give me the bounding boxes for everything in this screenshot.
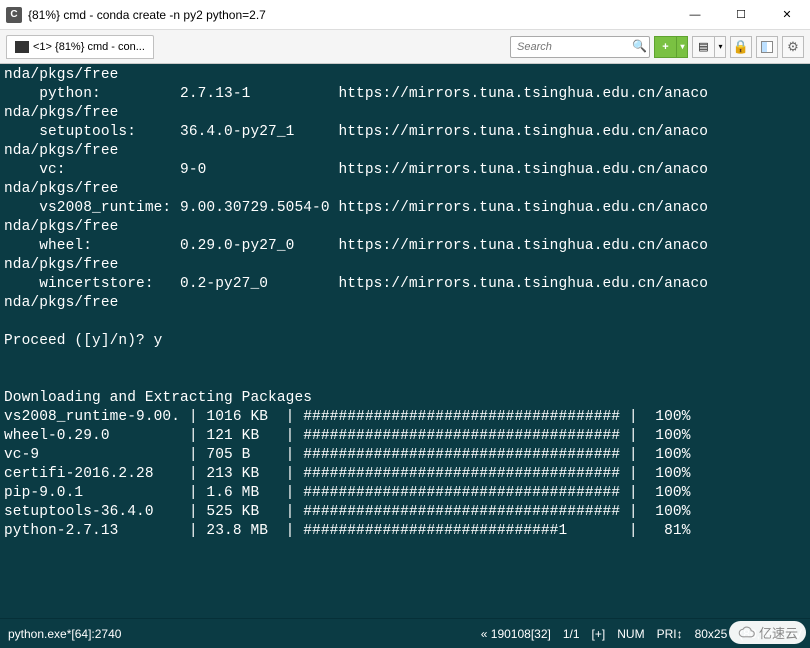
tab-label: <1> {81%} cmd - con... [33,41,145,53]
watermark-badge: 亿速云 [729,621,806,644]
settings-button[interactable]: ⚙ [782,36,804,58]
search-icon[interactable]: 🔍 [632,39,646,53]
terminal-icon [15,41,29,53]
status-process: python.exe*[64]:2740 [8,627,121,641]
console-tab[interactable]: <1> {81%} cmd - con... [6,35,154,59]
window-titlebar: C {81%} cmd - conda create -n py2 python… [0,0,810,30]
status-numlock: NUM [617,627,644,641]
app-icon: C [6,7,22,23]
status-position: 1/1 [563,627,580,641]
lock-button[interactable]: 🔒 [730,36,752,58]
new-console-dropdown[interactable]: ▾ [676,36,688,58]
lock-icon: 🔒 [733,39,749,55]
terminal-output[interactable]: nda/pkgs/free python: 2.7.13-1 https://m… [0,64,810,618]
toolbar: <1> {81%} cmd - con... 🔍 + ▾ ▤ ▾ 🔒 ⚙ [0,30,810,64]
maximize-button[interactable]: ☐ [718,0,764,29]
list-button[interactable]: ▤ [692,36,714,58]
watermark-text: 亿速云 [759,623,798,642]
window-title: {81%} cmd - conda create -n py2 python=2… [28,8,672,22]
search-input[interactable] [510,36,650,58]
minimize-button[interactable]: — [672,0,718,29]
gear-icon: ⚙ [787,39,799,55]
list-dropdown[interactable]: ▾ [714,36,726,58]
search-field-wrap: 🔍 [510,36,650,58]
status-bar: python.exe*[64]:2740 « 190108[32] 1/1 [+… [0,618,810,648]
new-console-button[interactable]: + [654,36,676,58]
close-button[interactable]: ✕ [764,0,810,29]
cloud-icon [737,626,755,640]
status-encoding: « 190108[32] [481,627,551,641]
status-plus: [+] [592,627,606,641]
split-pane-button[interactable] [756,36,778,58]
panes-icon [761,41,773,53]
status-priority: PRI↕ [657,627,683,641]
status-size: 80x25 [695,627,728,641]
